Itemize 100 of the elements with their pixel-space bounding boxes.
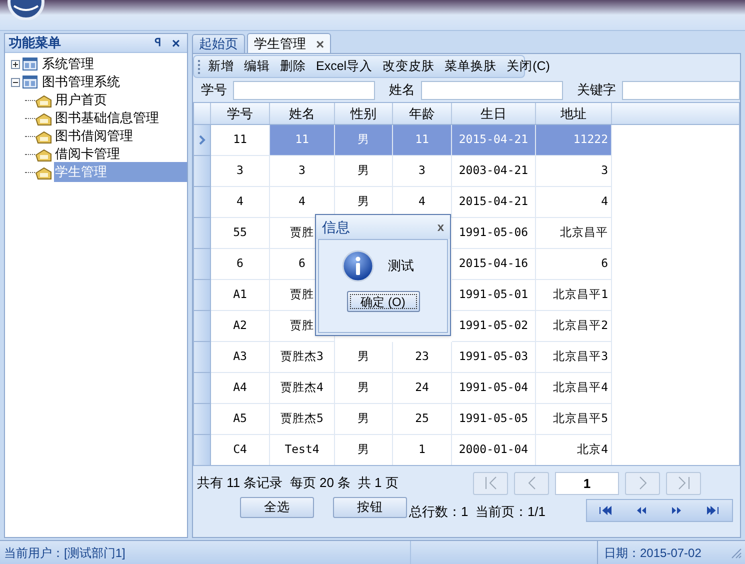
table-cell: A2	[211, 311, 270, 342]
column-header[interactable]: 生日	[452, 103, 536, 124]
input-field[interactable]	[622, 80, 740, 100]
table-cell: A1	[211, 280, 270, 311]
status-date: 日期：2015-07-02	[597, 541, 729, 564]
row-header[interactable]	[194, 404, 211, 435]
table-cell: 2015-04-21	[452, 187, 536, 218]
previous-page-button[interactable]	[514, 472, 549, 494]
table-cell: 25	[393, 404, 452, 435]
table-cell: 北京昌平5	[536, 404, 612, 435]
row-header[interactable]	[194, 187, 211, 218]
skip-last-icon[interactable]	[707, 506, 720, 514]
column-header[interactable]: 姓名	[270, 103, 335, 124]
folder-icon	[35, 110, 52, 126]
table-cell: C4	[211, 435, 270, 465]
table-cell: A3	[211, 342, 270, 373]
table-cell: 2015-04-16	[452, 249, 536, 280]
folder-icon	[35, 128, 52, 144]
record-summary: 共有 11 条记录 每页 20 条 共 1 页	[197, 474, 400, 492]
table-cell: 北京昌平1	[536, 280, 612, 311]
row-header[interactable]	[194, 435, 211, 465]
first-page-button[interactable]	[473, 472, 508, 494]
row-header[interactable]	[194, 218, 211, 249]
row-header[interactable]	[194, 156, 211, 187]
current-user: 当前用户：[测试部门1]	[3, 544, 126, 562]
folder-icon	[35, 146, 52, 162]
tree-item[interactable]: 图书借阅管理	[54, 126, 187, 146]
tree-item[interactable]: 图书基础信息管理	[54, 108, 187, 128]
tree-item[interactable]: 图书管理系统	[41, 72, 121, 92]
table-cell: 2015-04-21	[452, 125, 536, 156]
table-cell: 北京昌平2	[536, 311, 612, 342]
table-cell: 1991-05-01	[452, 280, 536, 311]
folder-icon	[35, 92, 52, 108]
page-input[interactable]: 1	[555, 472, 619, 494]
table-cell: 北京昌平3	[536, 342, 612, 373]
row-header[interactable]	[194, 311, 211, 342]
row-header[interactable]	[194, 280, 211, 311]
table-cell: 男	[335, 373, 393, 404]
toolbar-button[interactable]: 新增	[203, 57, 239, 76]
table-cell: 11	[393, 125, 452, 156]
field-label: 学号	[201, 81, 227, 100]
table-cell: 北京昌平4	[536, 373, 612, 404]
input-field[interactable]	[233, 80, 375, 100]
toolbar-button[interactable]: Excel导入	[311, 57, 378, 76]
column-header[interactable]: 地址	[536, 103, 612, 124]
table-cell: 3	[270, 156, 335, 187]
table-cell: 男	[335, 125, 393, 156]
page-totals: 总行数：1 当前页：1/1	[409, 503, 547, 522]
folder-icon	[35, 164, 52, 180]
table-cell: 1991-05-02	[452, 311, 536, 342]
pin-button[interactable]: ꟼ	[151, 34, 165, 52]
column-header[interactable]: 性别	[335, 103, 393, 124]
toolbar-button[interactable]: 删除	[275, 57, 311, 76]
column-header[interactable]: 学号	[211, 103, 270, 124]
table-cell: 3	[211, 156, 270, 187]
tab[interactable]: 学生管理 ×	[247, 33, 332, 53]
next-page-button[interactable]	[625, 472, 660, 494]
tab[interactable]: 起始页	[192, 34, 245, 53]
close-tab-button[interactable]: ×	[316, 36, 324, 50]
toolbar-button[interactable]: 改变皮肤	[378, 57, 440, 76]
ok-button[interactable]: 确定 (O)	[346, 291, 420, 312]
row-header[interactable]	[194, 342, 211, 373]
close-button[interactable]: ×	[169, 36, 183, 50]
logo-icon	[6, 0, 46, 20]
input-field[interactable]	[421, 80, 563, 100]
tree-item[interactable]: 借阅卡管理	[54, 144, 187, 164]
first-page-icon	[482, 474, 498, 492]
toolbar-button[interactable]: 菜单换肤	[440, 57, 502, 76]
table-cell: 男	[335, 342, 393, 373]
action-button[interactable]: 按钮	[333, 496, 407, 518]
table-cell: 北京昌平	[536, 218, 612, 249]
last-page-button[interactable]	[666, 472, 701, 494]
row-header[interactable]	[194, 249, 211, 280]
dialog-message: 测试	[388, 257, 414, 276]
table-cell: 4	[536, 187, 612, 218]
table-cell: 6	[536, 249, 612, 280]
table-cell: 男	[335, 156, 393, 187]
table-cell: 贾胜杰5	[270, 404, 335, 435]
column-header[interactable]: 年龄	[393, 103, 452, 124]
toolbar-button[interactable]: 关闭(C)	[502, 57, 555, 76]
table-cell: 1991-05-04	[452, 373, 536, 404]
row-header[interactable]	[194, 125, 211, 156]
last-page-icon	[676, 474, 692, 492]
table-cell: 2000-01-04	[452, 435, 536, 465]
tree-item[interactable]: 用户首页	[54, 90, 187, 110]
row-header[interactable]	[194, 373, 211, 404]
collapse-icon[interactable]	[11, 78, 20, 86]
expand-icon[interactable]	[11, 60, 20, 68]
table-cell: 北京4	[536, 435, 612, 465]
table-cell: 11	[270, 125, 335, 156]
skip-first-icon[interactable]	[598, 506, 612, 514]
tree-item[interactable]: 系统管理	[41, 54, 95, 74]
resize-grip-icon	[729, 546, 743, 560]
toolbar-button[interactable]: 编辑	[239, 57, 275, 76]
info-icon	[342, 250, 374, 282]
table-cell: 1991-05-06	[452, 218, 536, 249]
rewind-icon[interactable]	[634, 506, 648, 514]
action-button[interactable]: 全选	[240, 496, 314, 518]
table-cell: 3	[536, 156, 612, 187]
close-button[interactable]: x	[437, 218, 444, 236]
